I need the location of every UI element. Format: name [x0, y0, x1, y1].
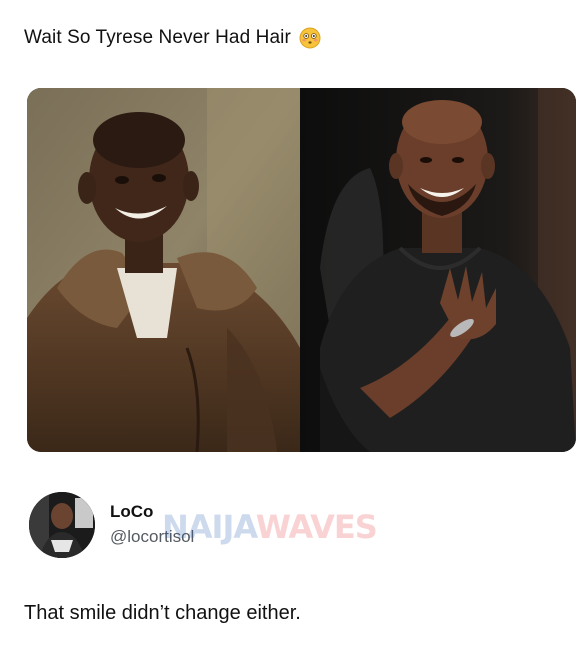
- post-title-row: Wait So Tyrese Never Had Hair: [24, 26, 321, 50]
- reply-tweet[interactable]: LoCo @locortisol NAIJAWAVES That smile d…: [0, 470, 580, 652]
- adult-portrait-photo: [300, 88, 576, 452]
- photo-composite[interactable]: [27, 88, 576, 452]
- tweet-text: That smile didn’t change either.: [24, 602, 301, 624]
- post-title: Wait So Tyrese Never Had Hair: [24, 27, 291, 48]
- user-info: LoCo @locortisol: [110, 502, 194, 548]
- top-post: Wait So Tyrese Never Had Hair: [0, 0, 580, 460]
- flushed-face-icon: [299, 27, 321, 49]
- user-handle[interactable]: @locortisol: [110, 526, 194, 548]
- avatar[interactable]: [29, 492, 95, 558]
- childhood-portrait-photo: [27, 88, 300, 452]
- watermark-part2: WAVES: [255, 508, 378, 546]
- display-name[interactable]: LoCo: [110, 502, 194, 522]
